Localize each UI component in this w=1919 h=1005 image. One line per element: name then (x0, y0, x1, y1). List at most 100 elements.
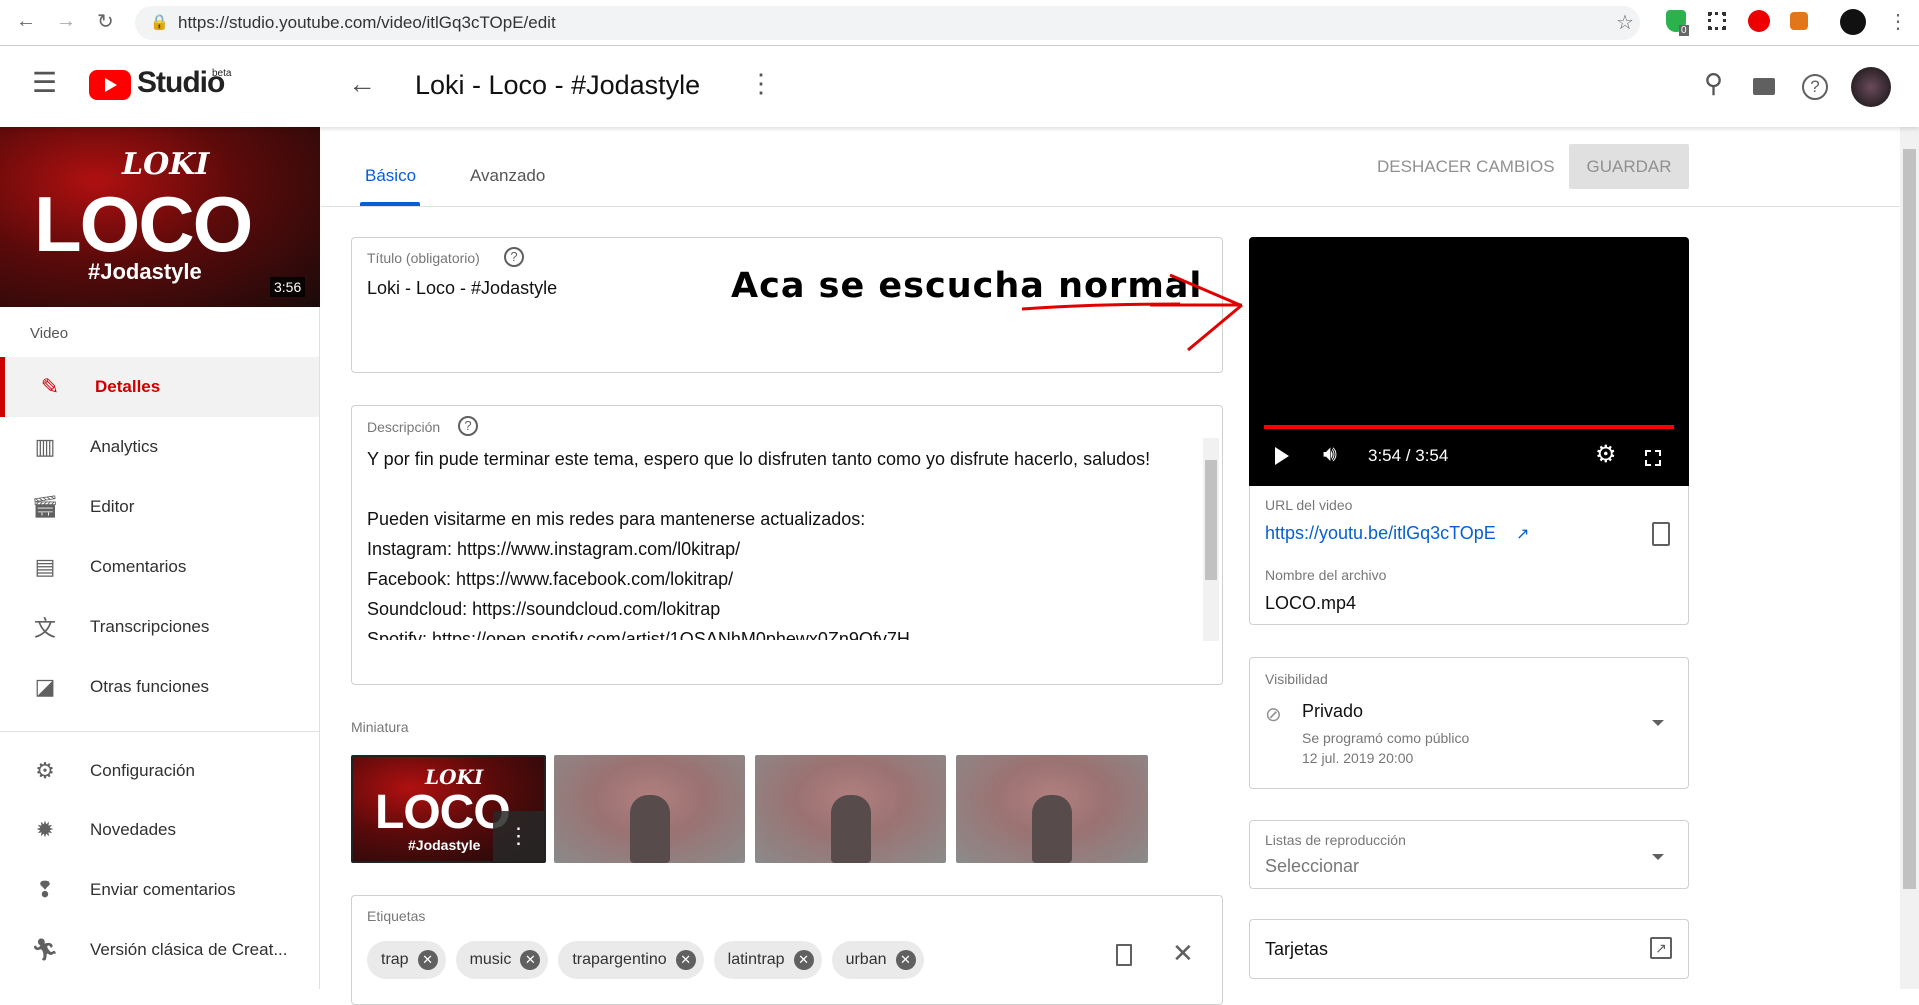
chevron-down-icon (1652, 720, 1664, 726)
cards-button[interactable]: Tarjetas ↗ (1249, 919, 1689, 979)
thumbnail-label: Miniatura (351, 719, 409, 735)
thumb-title: LOCO (34, 180, 253, 268)
description-line (367, 474, 1197, 504)
video-info-card: URL del video https://youtu.be/itlGq3cTO… (1249, 486, 1689, 625)
back-icon[interactable]: ← (16, 10, 36, 33)
help-icon[interactable]: ? (504, 247, 524, 267)
remove-tag-icon[interactable]: ✕ (675, 950, 696, 970)
save-button[interactable]: GUARDAR (1569, 144, 1689, 189)
lock-icon: 🔒 (150, 14, 169, 31)
tag-chip: trapargentino ✕ (558, 941, 704, 979)
sidebar-item-enviar-comentarios[interactable]: ❢ Enviar comentarios (0, 860, 319, 920)
remove-tag-icon[interactable]: ✕ (895, 950, 916, 970)
progress-bar[interactable] (1264, 425, 1674, 429)
playlists-label: Listas de reproducción (1265, 832, 1406, 848)
help-icon[interactable]: ? (458, 416, 478, 436)
filename-value: LOCO.mp4 (1265, 593, 1357, 613)
description-line: Y por fin pude terminar este tema, esper… (367, 449, 1151, 469)
tabs-divider (321, 206, 1900, 207)
thumbnail-menu-icon[interactable]: ⋮ (493, 811, 544, 861)
sidebar: LOKI LOCO #Jodastyle 3:56 Video ✎ Detalle… (0, 127, 320, 989)
video-url-link[interactable]: https://youtu.be/itlGq3cTOpE (1265, 523, 1496, 544)
eye-off-icon: ⊘ (1265, 704, 1282, 726)
url-label: URL del video (1265, 497, 1353, 513)
description-field[interactable]: Descripción ? Y por fin pude terminar es… (351, 405, 1223, 685)
chrome-menu-icon[interactable]: ⋮ (1888, 9, 1908, 34)
page-scrollbar[interactable] (1900, 127, 1919, 989)
volume-icon[interactable]: 🔊︎ (1323, 441, 1337, 467)
visibility-schedule: Se programó como público (1302, 730, 1470, 746)
video-player[interactable]: 🔊︎ 3:54 / 3:54 ⚙ (1249, 237, 1689, 486)
description-textarea[interactable]: Y por fin pude terminar este tema, esper… (367, 444, 1197, 640)
visibility-value: Privado (1302, 701, 1364, 721)
qr-extension-icon[interactable] (1708, 12, 1726, 30)
visibility-label: Visibilidad (1265, 671, 1328, 687)
search-icon[interactable]: ⚲ (1704, 68, 1723, 99)
clear-tags-icon[interactable]: ✕ (1172, 938, 1194, 969)
sidebar-item-detalles[interactable]: ✎ Detalles (0, 357, 319, 417)
channel-avatar[interactable] (1851, 67, 1891, 107)
hamburger-menu-icon[interactable]: ☰ (32, 66, 57, 99)
feedback-icon: ❢ (35, 877, 55, 902)
exit-icon: 🏃︎ (31, 937, 59, 962)
remove-tag-icon[interactable]: ✕ (520, 950, 541, 970)
sidebar-item-version-clasica[interactable]: 🏃︎ Versión clásica de Creat... (0, 920, 319, 980)
sidebar-divider (0, 731, 319, 732)
reload-icon[interactable]: ↻ (97, 9, 114, 34)
more-options-icon[interactable]: ⋮ (748, 68, 774, 99)
create-video-icon[interactable] (1753, 78, 1775, 95)
sidebar-item-comentarios[interactable]: ▤ Comentarios (0, 537, 319, 597)
copy-tags-icon[interactable] (1116, 944, 1132, 966)
star-icon[interactable]: ☆ (1616, 10, 1634, 35)
sidebar-item-transcripciones[interactable]: 文 Transcripciones (0, 597, 319, 657)
fullscreen-icon[interactable] (1645, 450, 1661, 466)
thumbnail-option-selected[interactable]: LOKI LOCO #Jodastyle ⋮ (351, 755, 546, 863)
external-link-icon[interactable]: ↗ (1516, 524, 1529, 544)
time-display: 3:54 / 3:54 (1368, 446, 1449, 465)
video-thumbnail[interactable]: LOKI LOCO #Jodastyle 3:56 (0, 127, 320, 307)
gear-icon: ⚙ (35, 758, 55, 783)
app-header: ☰ Studio beta ← Loki - Loco - #Jodastyle… (0, 46, 1919, 127)
undo-changes-button[interactable]: DESHACER CAMBIOS (1377, 157, 1555, 177)
sidebar-item-editor[interactable]: 🎬︎ Editor (0, 477, 319, 537)
visibility-dropdown[interactable]: Visibilidad ⊘ Privado Se programó como p… (1249, 657, 1689, 789)
alert-badge-icon: ✹ (35, 817, 55, 842)
description-line: Pueden visitarme en mis redes para mante… (367, 509, 866, 529)
thumbnail-option[interactable] (956, 755, 1148, 863)
thumbnail-option[interactable] (554, 755, 745, 863)
back-arrow-icon[interactable]: ← (348, 68, 376, 100)
filename-label: Nombre del archivo (1265, 567, 1387, 583)
annotation-arrow-icon (1021, 273, 1243, 352)
browser-toolbar: ← → ↻ 🔒 https://studio.youtube.com/video… (0, 0, 1919, 46)
youtube-logo-icon[interactable] (89, 70, 131, 100)
sidebar-item-otras-funciones[interactable]: ◪ Otras funciones (0, 657, 319, 717)
visibility-date: 12 jul. 2019 20:00 (1302, 750, 1414, 766)
description-scrollbar[interactable] (1203, 438, 1219, 641)
sidebar-item-analytics[interactable]: ▥ Analytics (0, 417, 319, 477)
sidebar-item-novedades[interactable]: ✹ Novedades (0, 800, 319, 860)
description-line: Soundcloud: https://soundcloud.com/lokit… (367, 599, 721, 619)
progress-fill (1264, 425, 1674, 429)
tags-list: trap ✕ music ✕ trapargentino ✕ latintrap ✕ u… (367, 941, 934, 979)
remove-tag-icon[interactable]: ✕ (793, 950, 814, 970)
profile-avatar[interactable] (1840, 9, 1866, 35)
forward-icon[interactable]: → (56, 10, 76, 33)
thumbnail-option[interactable] (755, 755, 946, 863)
url-text[interactable]: https://studio.youtube.com/video/itlGq3c… (178, 13, 556, 33)
remove-tag-icon[interactable]: ✕ (417, 950, 438, 970)
tag-chip: urban ✕ (831, 941, 924, 979)
title-input[interactable]: Loki - Loco - #Jodastyle (367, 278, 557, 299)
settings-gear-icon[interactable]: ⚙ (1595, 440, 1617, 469)
sidebar-item-configuracion[interactable]: ⚙ Configuración (0, 741, 319, 801)
playlists-dropdown[interactable]: Listas de reproducción Seleccionar (1249, 820, 1689, 889)
cards-label: Tarjetas (1265, 939, 1329, 959)
adblock-icon[interactable] (1748, 10, 1770, 32)
description-line: Spotify: https://open.spotify.com/artist… (367, 629, 910, 640)
tag-chip: music ✕ (455, 941, 549, 979)
play-icon[interactable] (1275, 447, 1289, 465)
tab-basico[interactable]: Básico (365, 166, 416, 186)
tab-avanzado[interactable]: Avanzado (470, 166, 545, 186)
help-icon[interactable]: ? (1802, 74, 1828, 100)
copy-icon[interactable] (1652, 522, 1670, 546)
metamask-icon[interactable] (1790, 12, 1808, 30)
